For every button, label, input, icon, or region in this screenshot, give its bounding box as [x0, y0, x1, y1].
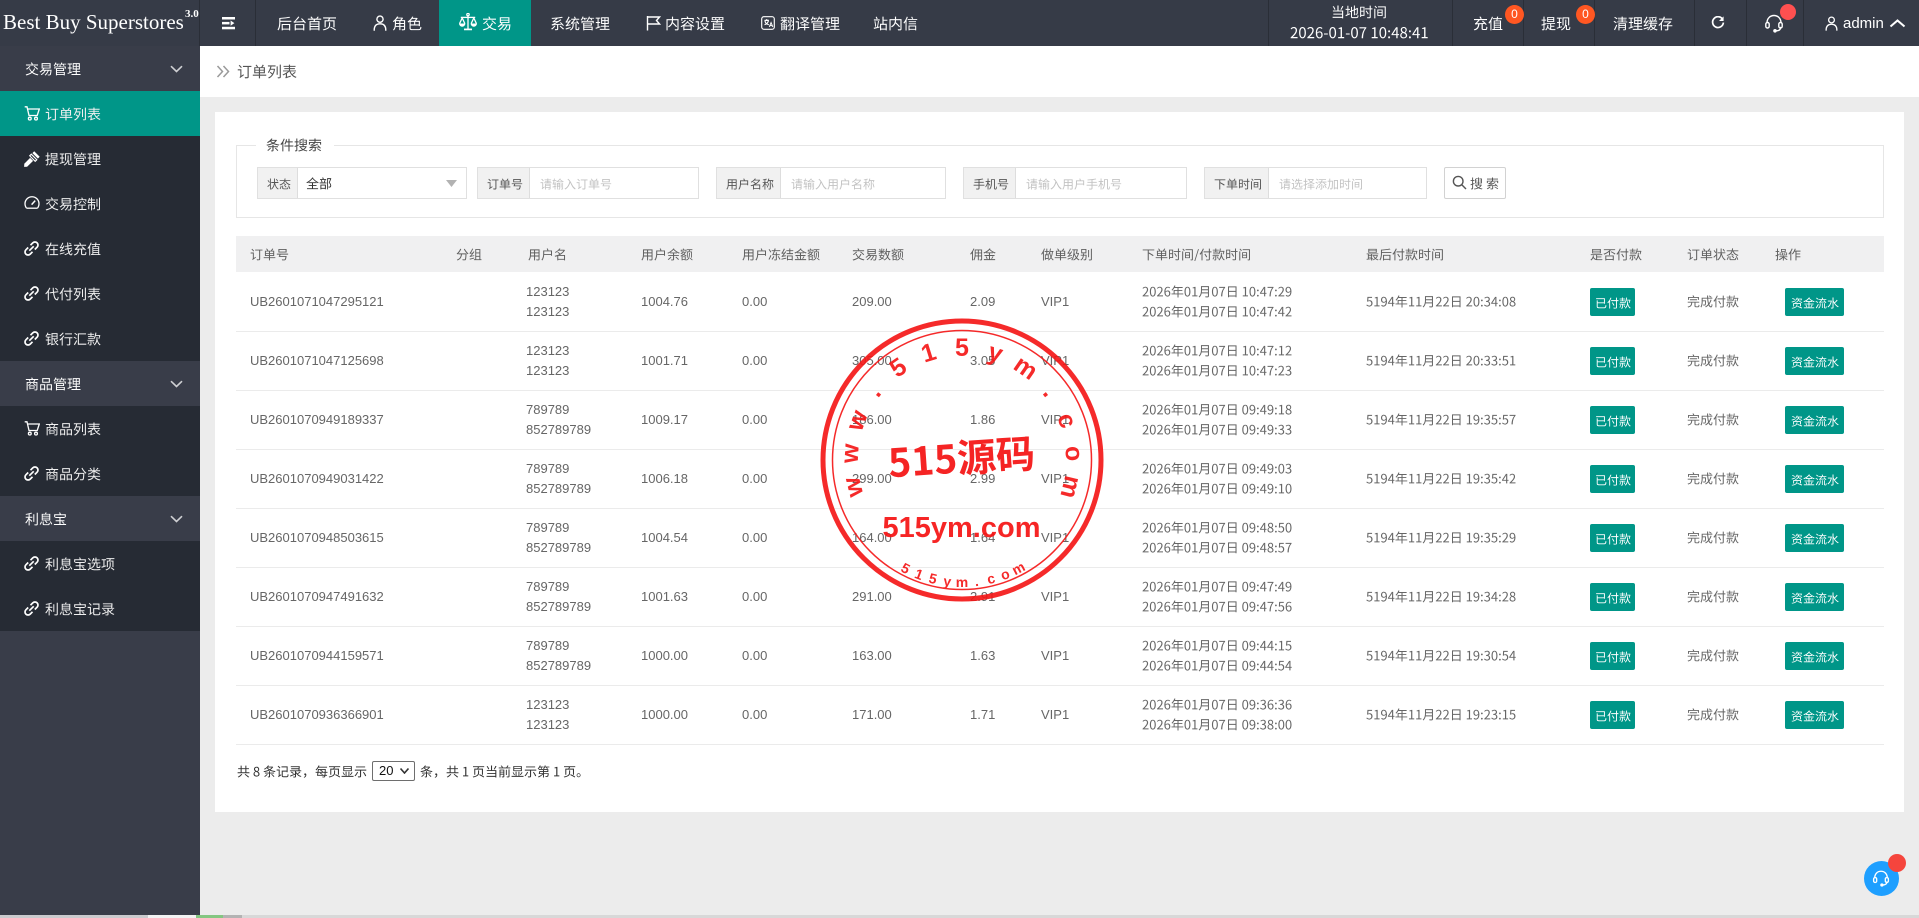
svg-text:5: 5 [927, 570, 939, 587]
svg-text:w: w [837, 474, 869, 501]
svg-text:.: . [974, 573, 980, 589]
svg-text:m: m [1009, 558, 1027, 578]
svg-text:5: 5 [955, 334, 969, 362]
svg-text:y: y [943, 573, 953, 590]
svg-text:.: . [861, 380, 887, 403]
svg-text:m: m [1054, 473, 1087, 501]
svg-text:w: w [836, 442, 865, 465]
svg-text:5: 5 [899, 559, 913, 577]
svg-text:.: . [1037, 380, 1063, 403]
svg-text:1: 1 [918, 338, 940, 369]
svg-text:w: w [840, 406, 874, 436]
svg-text:o: o [1059, 445, 1088, 462]
svg-text:o: o [998, 565, 1012, 583]
svg-text:m: m [956, 574, 968, 590]
svg-text:5: 5 [885, 352, 912, 383]
svg-text:y: y [985, 338, 1007, 369]
svg-text:1: 1 [913, 565, 926, 583]
svg-text:c: c [1051, 409, 1082, 432]
svg-text:c: c [985, 570, 997, 587]
